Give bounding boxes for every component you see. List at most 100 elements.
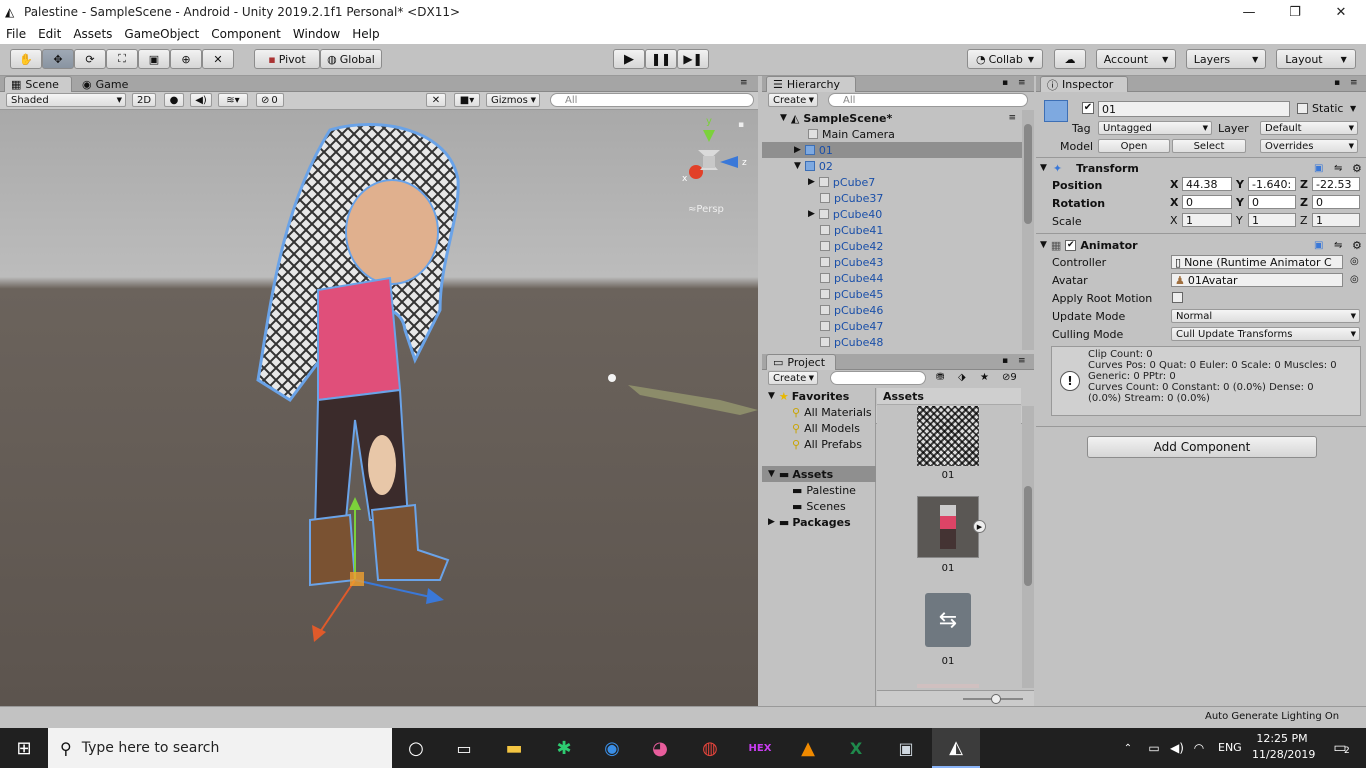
position-y-input[interactable]: -1.640: bbox=[1248, 177, 1296, 191]
asset-thumbnail-partial[interactable] bbox=[917, 684, 979, 688]
select-button[interactable]: Select bbox=[1172, 139, 1246, 153]
position-z-input[interactable]: -22.53 bbox=[1312, 177, 1360, 191]
paint-app-icon[interactable]: ◕ bbox=[636, 728, 684, 768]
pivot-toggle[interactable]: ▪ Pivot bbox=[254, 49, 320, 69]
transform-header[interactable]: ▼ ✦ Transform ▣ ⇋ ⚙ bbox=[1040, 160, 1362, 176]
orientation-gizmo[interactable] bbox=[689, 130, 738, 179]
gear-icon[interactable]: ⚙ bbox=[1352, 162, 1362, 175]
filter-type-icon[interactable]: ⛃ bbox=[936, 372, 944, 383]
gizmos-dropdown[interactable]: Gizmos ▼ bbox=[486, 93, 540, 107]
panel-menu-icon[interactable]: ≡ bbox=[1018, 78, 1026, 88]
hierarchy-item[interactable]: pCube47 bbox=[820, 318, 883, 334]
account-dropdown[interactable]: Account ▼ bbox=[1096, 49, 1176, 69]
pause-button[interactable]: ❚❚ bbox=[645, 49, 677, 69]
hidden-objects-toggle[interactable]: ⊘ 0 bbox=[256, 93, 284, 107]
scale-z-input[interactable]: 1 bbox=[1312, 213, 1360, 227]
tab-scene[interactable]: ▦ Scene bbox=[4, 76, 72, 92]
overrides-dropdown[interactable]: Overrides ▼ bbox=[1260, 139, 1358, 153]
panel-menu-icon[interactable]: ≡ bbox=[1018, 356, 1026, 366]
lock-icon[interactable]: ▪ bbox=[738, 120, 744, 130]
image-viewer-icon[interactable]: ▣ bbox=[882, 728, 930, 768]
clock[interactable]: 12:25 PM 11/28/2019 bbox=[1252, 731, 1315, 763]
active-checkbox[interactable]: ✔ bbox=[1082, 102, 1094, 114]
assets-root-row[interactable]: ▼ ▬ Assets bbox=[762, 466, 876, 482]
scale-y-input[interactable]: 1 bbox=[1248, 213, 1296, 227]
wifi-icon[interactable]: ◠ bbox=[1188, 728, 1210, 768]
tab-project[interactable]: ▭ Project bbox=[766, 354, 836, 370]
hierarchy-scrollbar[interactable] bbox=[1022, 110, 1034, 350]
layer-dropdown[interactable]: Default ▼ bbox=[1260, 121, 1358, 135]
scale-x-input[interactable]: 1 bbox=[1182, 213, 1232, 227]
auto-lighting-status[interactable]: Auto Generate Lighting On bbox=[1205, 711, 1339, 722]
animator-enabled-checkbox[interactable]: ✔ bbox=[1065, 239, 1077, 251]
menu-component[interactable]: Component bbox=[205, 27, 287, 41]
volume-icon[interactable]: ◀) bbox=[1166, 728, 1188, 768]
media-app-icon[interactable]: ◉ bbox=[588, 728, 636, 768]
scene-viewport[interactable]: y x z ≈Persp ▪ bbox=[0, 110, 758, 706]
lighting-toggle[interactable]: ● bbox=[164, 93, 184, 107]
notification-center-icon[interactable]: ▭ 2 bbox=[1320, 728, 1360, 768]
scene-root-row[interactable]: ▼ ◭ SampleScene* ≡ bbox=[762, 110, 1022, 126]
taskbar-search-box[interactable]: ⚲ Type here to search bbox=[48, 728, 392, 768]
tray-expand-icon[interactable]: ⌃ bbox=[1116, 728, 1140, 768]
menu-window[interactable]: Window bbox=[287, 27, 346, 41]
cortana-icon[interactable]: ○ bbox=[392, 728, 440, 768]
tools-toggle[interactable]: ✕ bbox=[426, 93, 446, 107]
hierarchy-item[interactable]: pCube46 bbox=[820, 302, 883, 318]
lock-icon[interactable]: ▪ bbox=[1002, 356, 1008, 366]
preset-icon[interactable]: ⇋ bbox=[1334, 163, 1342, 174]
help-icon[interactable]: ▣ bbox=[1314, 163, 1323, 174]
project-create-dropdown[interactable]: Create ▼ bbox=[768, 371, 818, 385]
favorite-star-icon[interactable]: ★ bbox=[980, 372, 989, 383]
object-name-input[interactable]: 01 bbox=[1098, 101, 1290, 117]
hierarchy-item[interactable]: pCube42 bbox=[820, 238, 883, 254]
collab-dropdown[interactable]: ◔ Collab ▼ bbox=[967, 49, 1043, 69]
scroll-thumb[interactable] bbox=[1024, 124, 1032, 224]
animator-header[interactable]: ▼ ▦ ✔ Animator ▣ ⇋ ⚙ bbox=[1040, 237, 1362, 253]
assets-scrollbar[interactable] bbox=[1022, 406, 1034, 688]
open-button[interactable]: Open bbox=[1098, 139, 1170, 153]
character-model[interactable] bbox=[256, 123, 460, 587]
tag-dropdown[interactable]: Untagged ▼ bbox=[1098, 121, 1212, 135]
persp-label[interactable]: ≈Persp bbox=[688, 204, 724, 215]
panel-menu-icon[interactable]: ≡ bbox=[740, 78, 748, 88]
menu-gameobject[interactable]: GameObject bbox=[118, 27, 205, 41]
object-picker-icon[interactable]: ◎ bbox=[1350, 274, 1359, 285]
hidden-packages-toggle[interactable]: ⊘9 bbox=[1002, 372, 1017, 383]
culling-mode-dropdown[interactable]: Cull Update Transforms ▼ bbox=[1171, 327, 1360, 341]
chrome-icon[interactable]: ◍ bbox=[686, 728, 734, 768]
step-button[interactable]: ▶❚ bbox=[677, 49, 709, 69]
hierarchy-create-dropdown[interactable]: Create ▼ bbox=[768, 93, 818, 107]
play-button[interactable]: ▶ bbox=[613, 49, 645, 69]
static-checkbox[interactable] bbox=[1297, 103, 1308, 114]
layout-dropdown[interactable]: Layout ▼ bbox=[1276, 49, 1356, 69]
shading-dropdown[interactable]: Shaded ▼ bbox=[6, 93, 126, 107]
custom-tool-button[interactable]: ✕ bbox=[202, 49, 234, 69]
hierarchy-item[interactable]: ▶ pCube40 bbox=[808, 206, 882, 222]
folder-item[interactable]: ▬ Scenes bbox=[792, 498, 846, 514]
tab-inspector[interactable]: ⓘ Inspector bbox=[1040, 76, 1128, 92]
lock-icon[interactable]: ▪ bbox=[1002, 78, 1008, 88]
minimize-button[interactable]: — bbox=[1226, 0, 1272, 24]
effects-dropdown[interactable]: ≋▾ bbox=[218, 93, 248, 107]
move-tool-button[interactable]: ✥ bbox=[42, 49, 74, 69]
menu-edit[interactable]: Edit bbox=[32, 27, 67, 41]
tab-hierarchy[interactable]: ☰ Hierarchy bbox=[766, 76, 856, 92]
gear-icon[interactable]: ⚙ bbox=[1352, 239, 1362, 252]
close-button[interactable]: ✕ bbox=[1318, 0, 1364, 24]
rotation-x-input[interactable]: 0 bbox=[1182, 195, 1232, 209]
position-x-input[interactable]: 44.38 bbox=[1182, 177, 1232, 191]
network-icon[interactable]: ▭ bbox=[1142, 728, 1166, 768]
menu-assets[interactable]: Assets bbox=[67, 27, 118, 41]
rect-tool-button[interactable]: ▣ bbox=[138, 49, 170, 69]
asset-thumbnail-model[interactable] bbox=[917, 496, 979, 558]
hex-editor-icon[interactable]: HEX bbox=[736, 728, 784, 768]
help-icon[interactable]: ▣ bbox=[1314, 240, 1323, 251]
favorite-item[interactable]: ⚲ All Materials bbox=[792, 404, 872, 420]
panel-menu-icon[interactable]: ≡ bbox=[1350, 78, 1358, 88]
hand-tool-button[interactable]: ✋ bbox=[10, 49, 42, 69]
hierarchy-item[interactable]: ▶ pCube7 bbox=[808, 174, 875, 190]
project-search-input[interactable] bbox=[830, 371, 926, 385]
hierarchy-search-input[interactable]: All bbox=[828, 93, 1028, 107]
preset-icon[interactable]: ⇋ bbox=[1334, 240, 1342, 251]
